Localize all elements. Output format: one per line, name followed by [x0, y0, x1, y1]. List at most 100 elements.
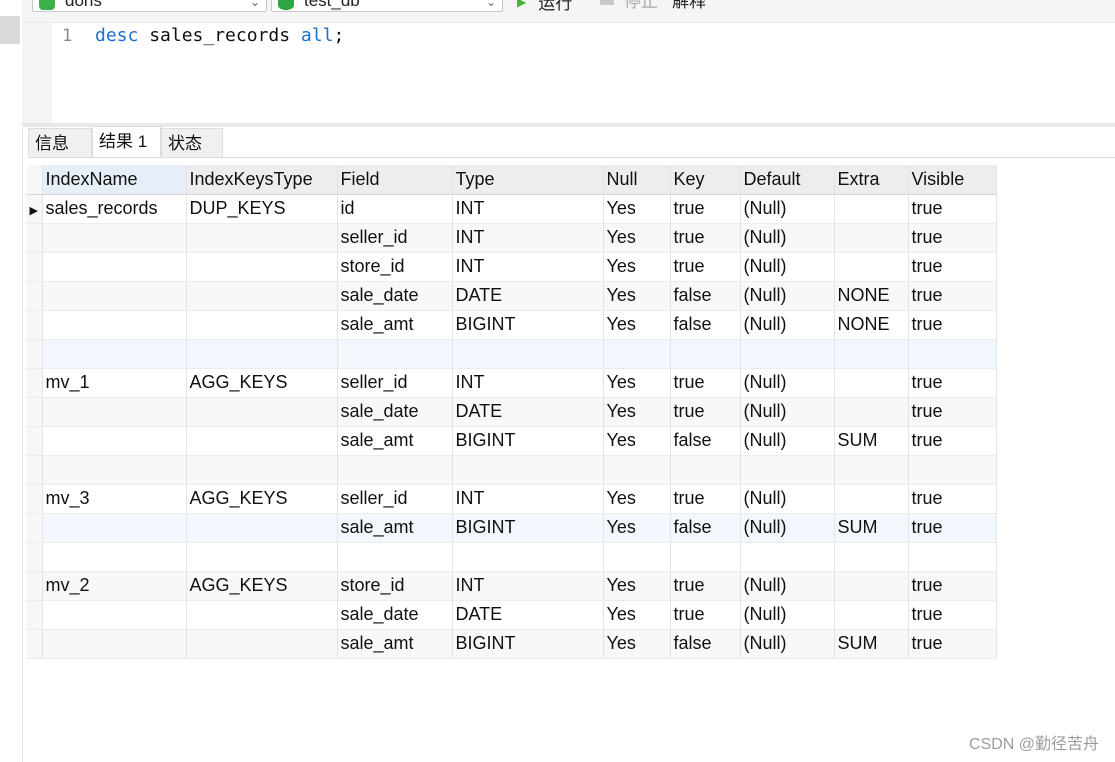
stop-button[interactable]: 停止 — [600, 0, 658, 12]
row-header[interactable] — [26, 397, 43, 427]
table-cell[interactable]: store_id — [337, 571, 453, 601]
table-row[interactable]: sale_date DATE Yes true (Null) true — [26, 397, 997, 427]
table-cell[interactable]: DATE — [452, 397, 604, 427]
row-header[interactable] — [26, 339, 43, 369]
table-cell[interactable]: Yes — [603, 397, 671, 427]
table-cell[interactable] — [42, 339, 187, 369]
table-cell[interactable] — [908, 455, 997, 485]
table-cell[interactable] — [186, 252, 338, 282]
table-cell[interactable] — [42, 223, 187, 253]
table-cell[interactable]: true — [670, 223, 741, 253]
table-cell[interactable] — [186, 397, 338, 427]
table-cell[interactable] — [603, 542, 671, 572]
table-cell[interactable]: (Null) — [740, 600, 835, 630]
table-cell[interactable]: Yes — [603, 281, 671, 311]
explain-button[interactable]: 解释 — [672, 0, 706, 12]
table-cell[interactable]: BIGINT — [452, 426, 604, 456]
table-cell[interactable]: BIGINT — [452, 629, 604, 659]
table-cell[interactable] — [337, 339, 453, 369]
row-header[interactable] — [26, 281, 43, 311]
table-cell[interactable]: true — [908, 600, 997, 630]
run-button[interactable]: ▶ 运行 — [517, 0, 572, 13]
table-row[interactable]: sale_amt BIGINT Yes false (Null) SUM true — [26, 426, 997, 456]
column-header[interactable]: Extra — [834, 165, 909, 195]
row-header[interactable] — [26, 252, 43, 282]
row-header[interactable] — [26, 455, 43, 485]
table-row[interactable]: mv_3 AGG_KEYS seller_id INT Yes true (Null) tru… — [26, 484, 997, 514]
table-cell[interactable]: BIGINT — [452, 310, 604, 340]
row-header[interactable] — [26, 629, 43, 659]
table-cell[interactable]: NONE — [834, 281, 909, 311]
table-cell[interactable]: SUM — [834, 629, 909, 659]
table-cell[interactable] — [834, 397, 909, 427]
table-cell[interactable]: true — [908, 194, 997, 224]
table-cell[interactable] — [834, 542, 909, 572]
row-header[interactable] — [26, 571, 43, 601]
table-cell[interactable]: false — [670, 426, 741, 456]
table-cell[interactable]: true — [908, 571, 997, 601]
table-cell[interactable]: sale_amt — [337, 426, 453, 456]
table-cell[interactable] — [452, 542, 604, 572]
table-cell[interactable] — [603, 455, 671, 485]
editor-result-splitter[interactable] — [22, 123, 1115, 127]
table-cell[interactable]: (Null) — [740, 426, 835, 456]
table-cell[interactable]: true — [908, 310, 997, 340]
table-row[interactable]: mv_2 AGG_KEYS store_id INT Yes true (Null) true — [26, 571, 997, 601]
table-cell[interactable] — [42, 600, 187, 630]
table-cell[interactable]: true — [670, 600, 741, 630]
table-cell[interactable] — [834, 368, 909, 398]
table-cell[interactable]: true — [670, 484, 741, 514]
table-cell[interactable]: (Null) — [740, 368, 835, 398]
table-cell[interactable] — [670, 542, 741, 572]
table-cell[interactable] — [186, 629, 338, 659]
table-cell[interactable] — [834, 571, 909, 601]
table-cell[interactable]: Yes — [603, 426, 671, 456]
table-cell[interactable]: true — [670, 571, 741, 601]
table-cell[interactable]: mv_3 — [42, 484, 187, 514]
row-header[interactable]: ▶ — [26, 194, 43, 224]
table-cell[interactable]: true — [670, 194, 741, 224]
table-cell[interactable] — [740, 542, 835, 572]
table-cell[interactable] — [186, 310, 338, 340]
table-cell[interactable]: Yes — [603, 571, 671, 601]
table-cell[interactable]: BIGINT — [452, 513, 604, 543]
row-header[interactable] — [26, 310, 43, 340]
table-cell[interactable]: true — [908, 426, 997, 456]
table-cell[interactable] — [42, 397, 187, 427]
table-cell[interactable]: true — [670, 252, 741, 282]
table-cell[interactable] — [603, 339, 671, 369]
table-cell[interactable]: (Null) — [740, 310, 835, 340]
row-header[interactable] — [26, 426, 43, 456]
table-cell[interactable]: (Null) — [740, 629, 835, 659]
column-header[interactable]: Type — [452, 165, 604, 195]
table-cell[interactable]: AGG_KEYS — [186, 368, 338, 398]
column-header[interactable]: Default — [740, 165, 835, 195]
table-cell[interactable]: (Null) — [740, 571, 835, 601]
table-cell[interactable] — [834, 194, 909, 224]
table-cell[interactable] — [186, 426, 338, 456]
table-cell[interactable]: (Null) — [740, 223, 835, 253]
table-cell[interactable]: AGG_KEYS — [186, 571, 338, 601]
table-cell[interactable]: true — [670, 397, 741, 427]
table-row[interactable]: sale_date DATE Yes true (Null) true — [26, 600, 997, 630]
table-cell[interactable]: sale_date — [337, 281, 453, 311]
table-cell[interactable] — [42, 281, 187, 311]
table-cell[interactable] — [186, 513, 338, 543]
table-row[interactable]: sale_amt BIGINT Yes false (Null) NONE true — [26, 310, 997, 340]
table-cell[interactable]: Yes — [603, 223, 671, 253]
sql-code-line[interactable]: desc sales_records all; — [95, 25, 344, 46]
table-cell[interactable]: sale_amt — [337, 310, 453, 340]
table-cell[interactable]: SUM — [834, 513, 909, 543]
table-cell[interactable] — [42, 542, 187, 572]
table-cell[interactable]: INT — [452, 252, 604, 282]
table-cell[interactable] — [908, 542, 997, 572]
table-cell[interactable] — [42, 310, 187, 340]
table-cell[interactable]: sale_date — [337, 397, 453, 427]
column-header[interactable]: IndexKeysType — [186, 165, 338, 195]
table-cell[interactable]: true — [908, 484, 997, 514]
table-cell[interactable] — [452, 339, 604, 369]
table-cell[interactable]: true — [908, 252, 997, 282]
table-cell[interactable] — [670, 339, 741, 369]
table-row[interactable]: mv_1 AGG_KEYS seller_id INT Yes true (Null) tru… — [26, 368, 997, 398]
table-cell[interactable]: false — [670, 513, 741, 543]
